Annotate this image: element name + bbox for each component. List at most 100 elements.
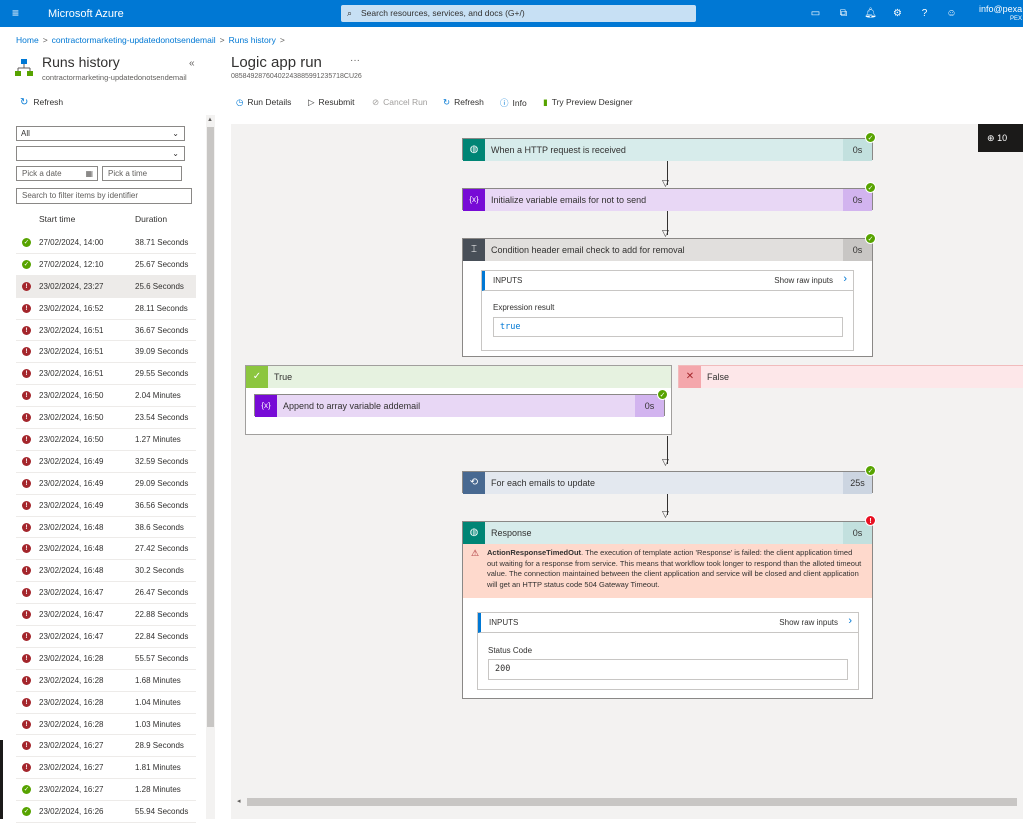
run-start-time: 27/02/2024, 12:10 <box>39 259 104 269</box>
help-icon[interactable]: ? <box>918 7 931 20</box>
run-duration: 25.67 Seconds <box>135 259 189 269</box>
runs-scrollbar[interactable]: ▲ <box>206 115 215 819</box>
date-picker-input[interactable]: Pick a date ▦ <box>16 166 98 181</box>
run-row[interactable]: ! 23/02/2024, 16:51 39.09 Seconds <box>16 341 196 364</box>
response-error-icon: ! <box>865 515 876 526</box>
run-row[interactable]: ! 23/02/2024, 16:50 23.54 Seconds <box>16 407 196 430</box>
cancel-icon: ⊘ <box>372 97 380 107</box>
run-row[interactable]: ! 23/02/2024, 16:27 28.9 Seconds <box>16 735 196 758</box>
expression-result-label: Expression result <box>493 303 555 312</box>
info-button[interactable]: ⓘ Info <box>500 97 527 109</box>
breadcrumb-runs-history[interactable]: Runs history <box>229 35 276 45</box>
run-row[interactable]: ! 23/02/2024, 16:47 22.84 Seconds <box>16 626 196 648</box>
resubmit-button[interactable]: ▷ Resubmit <box>308 97 354 108</box>
more-options-icon[interactable]: ··· <box>350 55 360 66</box>
run-row[interactable]: ! 23/02/2024, 16:52 28.11 Seconds <box>16 298 196 320</box>
refresh-icon: ↻ <box>20 97 29 108</box>
run-row[interactable]: ! 23/02/2024, 16:47 26.47 Seconds <box>16 582 196 605</box>
condition-card[interactable]: ⌶ Condition header email check to add fo… <box>462 238 873 357</box>
inputs-header[interactable]: INPUTS Show raw inputs › <box>482 271 853 291</box>
scrollbar-thumb[interactable] <box>207 127 214 727</box>
inputs-header[interactable]: INPUTS Show raw inputs › <box>478 613 858 633</box>
column-duration[interactable]: Duration <box>135 214 167 224</box>
column-start-time[interactable]: Start time <box>39 214 75 224</box>
collapse-pane-icon[interactable]: « <box>189 58 195 69</box>
run-row[interactable]: ✓ 23/02/2024, 16:27 1.28 Minutes <box>16 779 196 802</box>
run-row[interactable]: ! 23/02/2024, 16:50 2.04 Minutes <box>16 385 196 408</box>
directory-filter-icon[interactable]: ⧉ <box>837 7 850 20</box>
run-row[interactable]: ! 23/02/2024, 16:50 1.27 Minutes <box>16 429 196 451</box>
run-row[interactable]: ! 23/02/2024, 16:48 30.2 Seconds <box>16 560 196 583</box>
runs-refresh-button[interactable]: ↻ Refresh <box>20 97 63 108</box>
run-duration: 1.04 Minutes <box>135 697 181 707</box>
chevron-right-icon[interactable]: › <box>848 615 852 627</box>
true-branch-card[interactable]: ✓ True {x} Append to array variable adde… <box>245 365 672 435</box>
portal-brand[interactable]: Microsoft Azure <box>48 8 124 20</box>
cloud-shell-icon[interactable]: ▭ <box>809 7 822 20</box>
run-row[interactable]: ! 23/02/2024, 16:27 1.81 Minutes <box>16 757 196 780</box>
run-details-label: Run Details <box>247 97 292 107</box>
run-row[interactable]: ! 23/02/2024, 16:48 27.42 Seconds <box>16 538 196 561</box>
trigger-card[interactable]: ◍ When a HTTP request is received 0s <box>462 138 873 161</box>
append-variable-card[interactable]: {x} Append to array variable addemail 0s <box>254 394 665 417</box>
run-row[interactable]: ! 23/02/2024, 16:51 29.55 Seconds <box>16 363 196 386</box>
run-row[interactable]: ! 23/02/2024, 16:28 1.68 Minutes <box>16 670 196 692</box>
run-row[interactable]: ! 23/02/2024, 16:28 1.04 Minutes <box>16 692 196 714</box>
run-start-time: 23/02/2024, 16:28 <box>39 719 104 729</box>
failed-status-icon: ! <box>22 544 31 554</box>
feedback-icon[interactable]: ☺ <box>945 7 958 20</box>
failed-status-icon: ! <box>22 610 31 620</box>
init-variable-card[interactable]: {x} Initialize variable emails for not t… <box>462 188 873 211</box>
loop-icon: ⟲ <box>463 472 485 494</box>
failed-status-icon: ! <box>22 763 31 773</box>
status-filter-select[interactable]: All ⌄ <box>16 126 185 141</box>
tenant-name: PEX <box>1010 16 1023 22</box>
http-globe-icon: ◍ <box>463 522 485 544</box>
secondary-filter-select[interactable]: ⌄ <box>16 146 185 161</box>
breadcrumb-logic-app[interactable]: contractormarketing-updatedonotsendemail <box>52 35 216 45</box>
failed-status-icon: ! <box>22 566 31 576</box>
run-row[interactable]: ✓ 27/02/2024, 14:00 38.71 Seconds <box>16 232 196 254</box>
foreach-card[interactable]: ⟲ For each emails to update 25s <box>462 471 873 494</box>
global-search-input[interactable]: ⌕ Search resources, services, and docs (… <box>341 5 696 22</box>
run-row[interactable]: ! 23/02/2024, 16:48 38.6 Seconds <box>16 517 196 539</box>
show-raw-inputs-link[interactable]: Show raw inputs <box>779 618 838 627</box>
chevron-down-icon: ⌄ <box>172 129 179 138</box>
run-row[interactable]: ! 23/02/2024, 23:27 25.6 Seconds <box>16 275 196 298</box>
run-row[interactable]: ! 23/02/2024, 16:51 36.67 Seconds <box>16 320 196 342</box>
run-row[interactable]: ✓ 27/02/2024, 12:10 25.67 Seconds <box>16 254 196 276</box>
identifier-filter-input[interactable]: Search to filter items by identifier <box>16 188 192 204</box>
show-raw-inputs-link[interactable]: Show raw inputs <box>774 276 833 285</box>
time-picker-input[interactable]: Pick a time <box>102 166 182 181</box>
settings-gear-icon[interactable]: ⚙ <box>891 7 904 20</box>
chevron-right-icon[interactable]: › <box>843 273 847 285</box>
breadcrumb-home[interactable]: Home <box>16 35 39 45</box>
error-banner: ⚠ ActionResponseTimedOut. The execution … <box>463 544 872 598</box>
run-row[interactable]: ! 23/02/2024, 16:28 1.03 Minutes <box>16 714 196 736</box>
run-row[interactable]: ! 23/02/2024, 16:49 29.09 Seconds <box>16 473 196 495</box>
cancel-run-button[interactable]: ⊘ Cancel Run <box>372 97 428 108</box>
run-duration: 1.03 Minutes <box>135 719 181 729</box>
false-branch-card[interactable]: ✕ False <box>678 365 1023 388</box>
failed-status-icon: ! <box>22 413 31 423</box>
zoom-control[interactable]: ⊕ 10 <box>978 124 1023 152</box>
run-row[interactable]: ! 23/02/2024, 16:28 55.57 Seconds <box>16 648 196 670</box>
search-icon: ⌕ <box>347 8 353 18</box>
hamburger-menu-icon[interactable]: ≡ <box>12 7 24 19</box>
try-preview-designer-button[interactable]: ▮ Try Preview Designer <box>543 97 633 108</box>
run-details-button[interactable]: ◷ Run Details <box>236 97 291 108</box>
run-row[interactable]: ✓ 23/02/2024, 16:26 55.94 Seconds <box>16 801 196 823</box>
scroll-up-icon[interactable]: ▲ <box>207 117 213 123</box>
run-row[interactable]: ! 23/02/2024, 16:49 36.56 Seconds <box>16 495 196 517</box>
page-title: Logic app run <box>231 54 322 71</box>
run-row[interactable]: ! 23/02/2024, 16:47 22.88 Seconds <box>16 604 196 627</box>
main-refresh-button[interactable]: ↻ Refresh <box>443 97 484 108</box>
run-row[interactable]: ! 23/02/2024, 16:49 32.59 Seconds <box>16 451 196 473</box>
response-card[interactable]: ◍ Response 0s ⚠ ActionResponseTimedOut. … <box>462 521 873 699</box>
run-start-time: 23/02/2024, 16:49 <box>39 478 104 488</box>
failed-status-icon: ! <box>22 347 31 357</box>
canvas-horizontal-scrollbar[interactable] <box>247 798 1017 806</box>
scroll-left-icon[interactable]: ◂ <box>237 797 241 805</box>
user-account[interactable]: info@pexa <box>979 4 1022 14</box>
notifications-icon[interactable]: 🔔︎ <box>864 7 877 20</box>
